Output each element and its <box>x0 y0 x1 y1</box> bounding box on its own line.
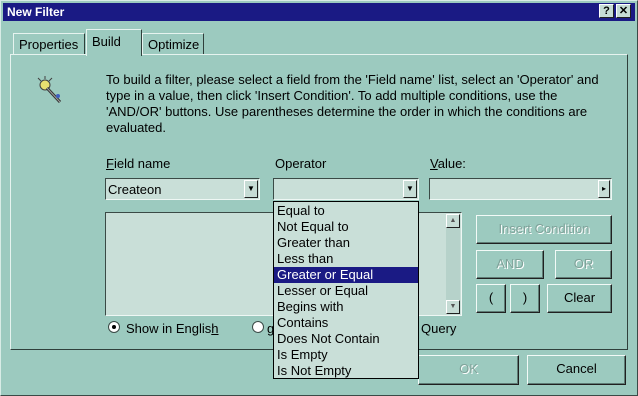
value-label: Value: <box>430 156 466 171</box>
clear-button[interactable]: Clear <box>547 284 612 313</box>
show-in-english-text: Show in Englis <box>126 321 212 336</box>
operator-option[interactable]: Does Not Contain <box>274 331 418 347</box>
field-name-value: Createon <box>108 182 162 197</box>
scroll-up-icon[interactable]: ▲ <box>446 214 460 228</box>
field-name-mnemonic: F <box>106 156 114 171</box>
operator-option[interactable]: Lesser or Equal <box>274 283 418 299</box>
insert-condition-button[interactable]: Insert Condition <box>476 215 612 244</box>
chevron-down-icon[interactable]: ▼ <box>244 180 258 198</box>
operator-option[interactable]: Greater than <box>274 235 418 251</box>
operator-label: Operator <box>275 156 327 171</box>
show-in-english-label[interactable]: Show in English <box>126 321 219 336</box>
tab-build[interactable]: Build <box>86 29 142 56</box>
open-paren-button[interactable]: ( <box>476 284 506 313</box>
close-button[interactable]: ✕ <box>616 4 631 18</box>
magic-wand-icon <box>36 76 64 106</box>
close-icon: ✕ <box>618 5 629 17</box>
condition-list-scrollbar[interactable]: ▲ ▼ <box>446 214 460 314</box>
tab-properties-label: Properties <box>19 37 79 52</box>
ok-button[interactable]: OK <box>418 355 519 385</box>
radio-selected-dot <box>112 325 116 329</box>
show-in-english-mnemonic: h <box>211 321 219 336</box>
help-icon: ? <box>603 5 610 17</box>
window-title: New Filter <box>7 5 65 19</box>
value-label-rest: alue: <box>437 156 466 171</box>
help-button[interactable]: ? <box>599 4 614 18</box>
query-radio-label[interactable]: Query <box>421 321 456 336</box>
tab-optimize-label: Optimize <box>148 37 200 52</box>
operator-option[interactable]: Less than <box>274 251 418 267</box>
and-button[interactable]: AND <box>476 250 544 279</box>
title-bar[interactable]: New Filter <box>3 3 635 21</box>
field-name-select[interactable]: Createon ▼ <box>105 178 260 200</box>
chevron-down-icon[interactable]: ▼ <box>403 180 417 198</box>
operator-option[interactable]: Begins with <box>274 299 418 315</box>
operator-option[interactable]: Equal to <box>274 203 418 219</box>
operator-option[interactable]: Is Empty <box>274 347 418 363</box>
scroll-down-icon[interactable]: ▼ <box>446 300 460 314</box>
close-paren-button[interactable]: ) <box>510 284 540 313</box>
show-in-english-radio[interactable] <box>108 321 120 333</box>
instructions-text: To build a filter, please select a field… <box>106 72 599 135</box>
value-input[interactable]: ▸ <box>429 178 612 200</box>
operator-option[interactable]: Greater or Equal <box>274 267 418 283</box>
value-mnemonic: V <box>430 156 438 171</box>
value-expand-icon[interactable]: ▸ <box>598 180 610 198</box>
field-name-label: Field name <box>106 156 170 171</box>
cancel-button[interactable]: Cancel <box>527 355 626 385</box>
query-radio[interactable] <box>252 321 264 333</box>
tab-optimize[interactable]: Optimize <box>142 33 204 54</box>
operator-option[interactable]: Contains <box>274 315 418 331</box>
operator-option[interactable]: Not Equal to <box>274 219 418 235</box>
or-button[interactable]: OR <box>555 250 612 279</box>
operator-select[interactable]: ▼ <box>273 178 419 200</box>
field-name-label-rest: ield name <box>113 156 171 171</box>
tab-build-label: Build <box>92 34 121 49</box>
tab-properties[interactable]: Properties <box>13 33 85 54</box>
operator-option[interactable]: Is Not Empty <box>274 363 418 379</box>
operator-dropdown-list[interactable]: Equal to Not Equal to Greater than Less tha… <box>273 201 419 379</box>
